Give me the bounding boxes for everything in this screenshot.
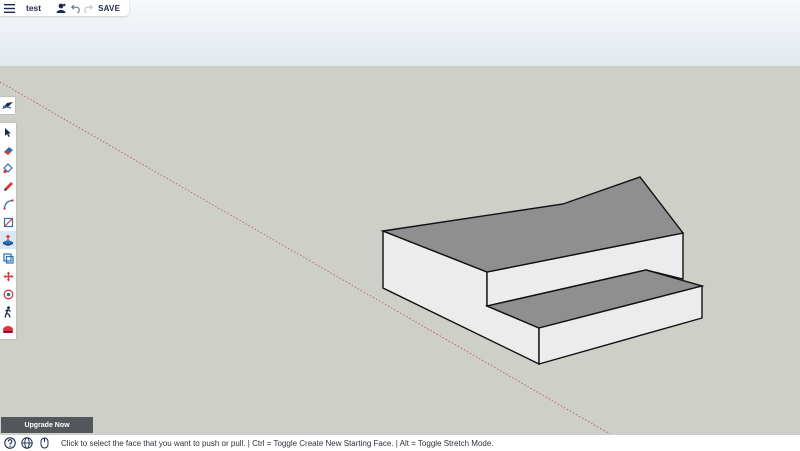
pencil-icon [3, 181, 13, 191]
move-tool[interactable] [0, 267, 16, 285]
pencil-tool[interactable] [0, 177, 16, 195]
user-icon[interactable] [55, 0, 67, 16]
offset-tool[interactable] [0, 249, 16, 267]
status-message: Click to select the face that you want t… [61, 438, 494, 448]
paint-bucket-icon [3, 162, 13, 173]
upgrade-now-button[interactable]: Upgrade Now [1, 417, 93, 433]
cursor-arrow-icon [5, 127, 11, 137]
eraser-icon [3, 146, 13, 155]
redo-icon[interactable] [82, 0, 94, 16]
globe-icon[interactable] [20, 436, 34, 450]
mouse-icon[interactable] [37, 436, 51, 450]
arc-icon [2, 198, 14, 210]
walking-person-icon [4, 306, 11, 318]
model-viewport[interactable] [0, 66, 800, 436]
top-toolbar: test SAVE [0, 0, 129, 16]
push-pull-tool[interactable] [0, 231, 16, 249]
walk-tool[interactable] [0, 303, 16, 321]
instructor-panel[interactable] [0, 97, 15, 114]
status-bar: Click to select the face that you want t… [0, 434, 800, 451]
arc-tool[interactable] [0, 195, 16, 213]
move-arrows-icon [3, 271, 13, 281]
save-button[interactable]: SAVE [98, 0, 120, 16]
help-icon[interactable] [3, 436, 17, 450]
push-pull-icon [3, 234, 13, 246]
select-tool[interactable] [0, 123, 16, 141]
paint-bucket-tool[interactable] [0, 159, 16, 177]
orbit-tool[interactable] [0, 285, 16, 303]
tool-palette [0, 123, 16, 339]
offset-icon [2, 252, 14, 264]
rectangle-tool[interactable] [0, 213, 16, 231]
tape-measure-tool[interactable] [0, 321, 16, 339]
undo-icon[interactable] [70, 0, 82, 16]
rectangle-icon [3, 217, 13, 227]
instructor-icon [2, 101, 13, 109]
eraser-tool[interactable] [0, 141, 16, 159]
tape-measure-icon [3, 326, 13, 333]
orbit-icon [3, 289, 13, 299]
document-title[interactable]: test [26, 0, 41, 16]
hamburger-menu-icon[interactable] [2, 0, 16, 16]
